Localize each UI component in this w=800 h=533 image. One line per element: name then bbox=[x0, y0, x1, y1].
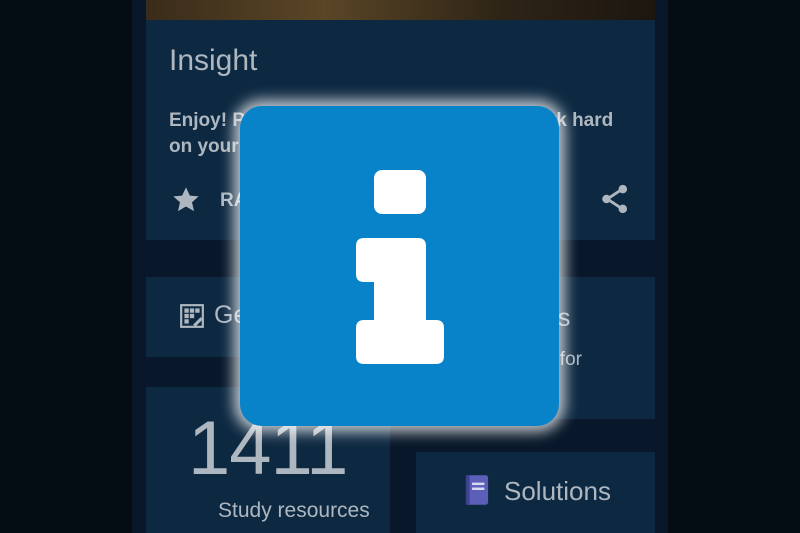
insight-body-start: Enjoy! P bbox=[169, 110, 245, 131]
star-icon[interactable] bbox=[170, 184, 202, 216]
notebook-icon bbox=[465, 475, 489, 505]
study-resources-label: Study resources bbox=[218, 499, 370, 522]
solutions-card[interactable]: Solutions bbox=[416, 452, 655, 533]
insight-body-line2: on your bbox=[169, 136, 239, 157]
share-icon[interactable] bbox=[598, 182, 632, 216]
hero-image bbox=[146, 0, 655, 20]
calculator-icon bbox=[180, 304, 204, 328]
info-overlay bbox=[240, 106, 559, 426]
app-screen: Insight Enjoy! P ork hard on your RA Ge … bbox=[0, 0, 800, 533]
info-icon bbox=[356, 170, 444, 364]
solutions-title: Solutions bbox=[504, 476, 611, 506]
insight-title: Insight bbox=[169, 44, 258, 77]
